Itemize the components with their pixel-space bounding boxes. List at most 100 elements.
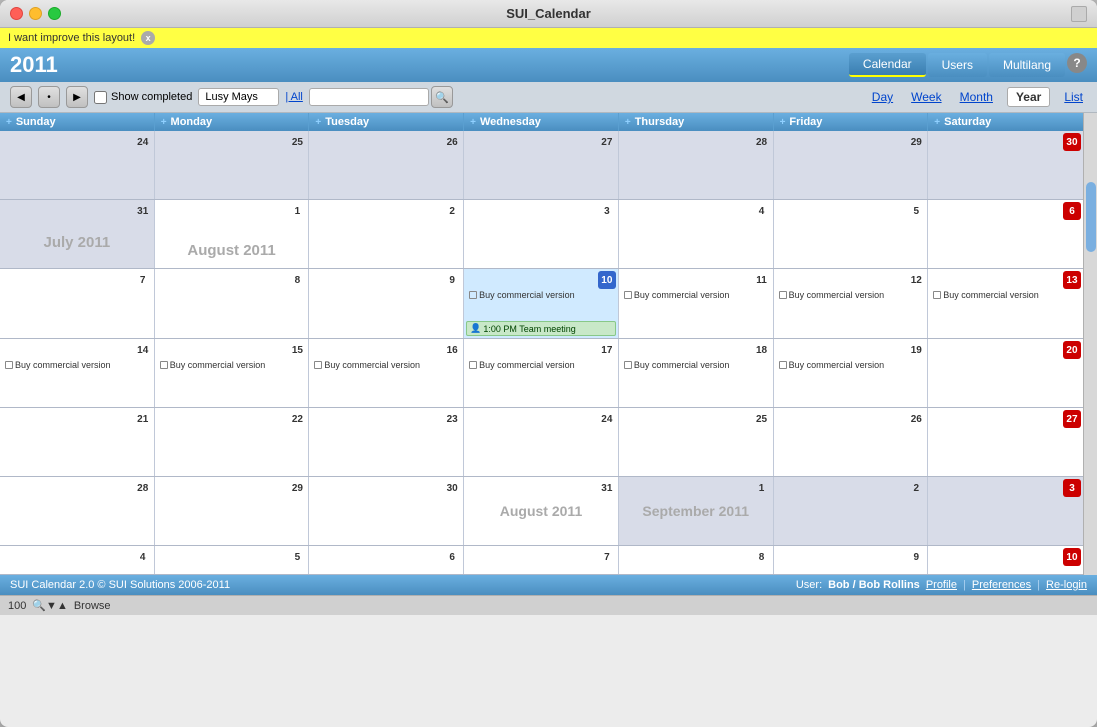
profile-link[interactable]: Profile [926, 579, 957, 591]
day-cell-27-aug[interactable]: 27 [928, 408, 1083, 476]
add-btn-mon[interactable]: + [161, 117, 167, 128]
day-cell-5-aug[interactable]: 5 [774, 200, 929, 268]
relogin-link[interactable]: Re-login [1046, 579, 1087, 591]
view-tab-year[interactable]: Year [1007, 87, 1050, 107]
event-buy-14[interactable]: Buy commercial version [2, 359, 152, 371]
event-buy-19[interactable]: Buy commercial version [776, 359, 926, 371]
day-cell-2-aug[interactable]: 2 [309, 200, 464, 268]
add-btn-thu[interactable]: + [625, 117, 631, 128]
day-cell-10-sep[interactable]: 10 [928, 546, 1083, 574]
day-cell-10-aug[interactable]: 10 Buy commercial version 👤 1:00 PM Team… [464, 269, 619, 338]
yellow-banner-close[interactable]: x [141, 31, 155, 45]
day-cell-9-aug[interactable]: 9 [309, 269, 464, 338]
day-cell-8-aug[interactable]: 8 [155, 269, 310, 338]
day-cell-4-sep[interactable]: 4 [0, 546, 155, 574]
nav-next-button[interactable]: ▶ [66, 86, 88, 108]
event-buy-10[interactable]: Buy commercial version [466, 289, 616, 301]
view-tab-list[interactable]: List [1060, 88, 1087, 106]
day-cell-9-sep[interactable]: 9 [774, 546, 929, 574]
search-button[interactable]: 🔍 [431, 86, 453, 108]
day-num: 24 [598, 410, 616, 428]
day-cell-27-jul[interactable]: 27 [464, 131, 619, 199]
add-btn-wed[interactable]: + [470, 117, 476, 128]
day-cell-14-aug[interactable]: 14 Buy commercial version [0, 339, 155, 407]
day-cell-16-aug[interactable]: 16 Buy commercial version [309, 339, 464, 407]
zoom-icon: 🔍▼▲ [32, 599, 67, 612]
day-cell-19-aug[interactable]: 19 Buy commercial version [774, 339, 929, 407]
day-cell-24-jul[interactable]: 24 [0, 131, 155, 199]
nav-tab-multilang[interactable]: Multilang [989, 53, 1065, 77]
day-cell-13-aug[interactable]: 13 Buy commercial version [928, 269, 1083, 338]
search-input[interactable] [309, 88, 429, 106]
day-cell-29-jul[interactable]: 29 [774, 131, 929, 199]
day-cell-29-aug[interactable]: 29 [155, 477, 310, 545]
day-cell-15-aug[interactable]: 15 Buy commercial version [155, 339, 310, 407]
day-cell-24-aug[interactable]: 24 [464, 408, 619, 476]
day-cell-30-aug[interactable]: 30 [309, 477, 464, 545]
day-cell-21-aug[interactable]: 21 [0, 408, 155, 476]
nav-tab-users[interactable]: Users [928, 53, 987, 77]
day-cell-11-aug[interactable]: 11 Buy commercial version [619, 269, 774, 338]
close-button[interactable] [10, 7, 23, 20]
day-cell-26-jul[interactable]: 26 [309, 131, 464, 199]
day-cell-3-sep[interactable]: 3 [928, 477, 1083, 545]
event-buy-17[interactable]: Buy commercial version [466, 359, 616, 371]
day-cell-26-aug[interactable]: 26 [774, 408, 929, 476]
day-num: 6 [1063, 202, 1081, 220]
day-cell-30-jul[interactable]: 30 [928, 131, 1083, 199]
view-tab-month[interactable]: Month [956, 88, 997, 106]
minimize-button[interactable] [29, 7, 42, 20]
day-cell-1-aug[interactable]: 1 August 2011 [155, 200, 310, 268]
all-link[interactable]: | All [285, 91, 303, 103]
event-buy-16[interactable]: Buy commercial version [311, 359, 461, 371]
event-buy-11[interactable]: Buy commercial version [621, 289, 771, 301]
day-cell-31-jul[interactable]: 31 July 2011 [0, 200, 155, 268]
day-cell-1-sep[interactable]: 1 September 2011 [619, 477, 774, 545]
resize-button[interactable] [1071, 6, 1087, 22]
day-cell-25-jul[interactable]: 25 [155, 131, 310, 199]
event-buy-15[interactable]: Buy commercial version [157, 359, 307, 371]
day-cell-7-sep[interactable]: 7 [464, 546, 619, 574]
add-btn-tue[interactable]: + [315, 117, 321, 128]
nav-tab-calendar[interactable]: Calendar [849, 53, 926, 77]
day-cell-25-aug[interactable]: 25 [619, 408, 774, 476]
view-tab-week[interactable]: Week [907, 88, 945, 106]
nav-today-button[interactable]: • [38, 86, 60, 108]
day-cell-6-sep[interactable]: 6 [309, 546, 464, 574]
event-buy-13[interactable]: Buy commercial version [930, 289, 1081, 301]
day-cell-7-aug[interactable]: 7 [0, 269, 155, 338]
vertical-scrollbar[interactable] [1083, 113, 1097, 575]
add-btn-sun[interactable]: + [6, 117, 12, 128]
show-completed-checkbox[interactable] [94, 91, 107, 104]
day-cell-12-aug[interactable]: 12 Buy commercial version [774, 269, 929, 338]
nav-prev-button[interactable]: ◀ [10, 86, 32, 108]
day-cell-23-aug[interactable]: 23 [309, 408, 464, 476]
day-cell-28-jul[interactable]: 28 [619, 131, 774, 199]
day-cell-28-aug[interactable]: 28 [0, 477, 155, 545]
view-tab-day[interactable]: Day [868, 88, 897, 106]
day-cell-2-sep[interactable]: 2 [774, 477, 929, 545]
scrollbar-thumb[interactable] [1086, 182, 1096, 251]
day-cell-31-aug[interactable]: 31 August 2011 [464, 477, 619, 545]
event-meeting-10[interactable]: 👤 1:00 PM Team meeting [466, 321, 616, 336]
help-button[interactable]: ? [1067, 53, 1087, 73]
event-label: Buy commercial version [15, 360, 111, 370]
day-cell-20-aug[interactable]: 20 [928, 339, 1083, 407]
maximize-button[interactable] [48, 7, 61, 20]
preferences-link[interactable]: Preferences [972, 579, 1031, 591]
event-checkbox [779, 291, 787, 299]
add-btn-fri[interactable]: + [780, 117, 786, 128]
event-buy-12[interactable]: Buy commercial version [776, 289, 926, 301]
user-dropdown[interactable]: Lusy Mays [198, 88, 279, 106]
day-cell-6-aug[interactable]: 6 [928, 200, 1083, 268]
day-cell-17-aug[interactable]: 17 Buy commercial version [464, 339, 619, 407]
event-buy-18[interactable]: Buy commercial version [621, 359, 771, 371]
day-cell-3-aug[interactable]: 3 [464, 200, 619, 268]
day-cell-22-aug[interactable]: 22 [155, 408, 310, 476]
day-cell-4-aug[interactable]: 4 [619, 200, 774, 268]
add-btn-sat[interactable]: + [934, 117, 940, 128]
day-cell-8-sep[interactable]: 8 [619, 546, 774, 574]
window-title: SUI_Calendar [506, 6, 591, 21]
day-cell-18-aug[interactable]: 18 Buy commercial version [619, 339, 774, 407]
day-cell-5-sep[interactable]: 5 [155, 546, 310, 574]
